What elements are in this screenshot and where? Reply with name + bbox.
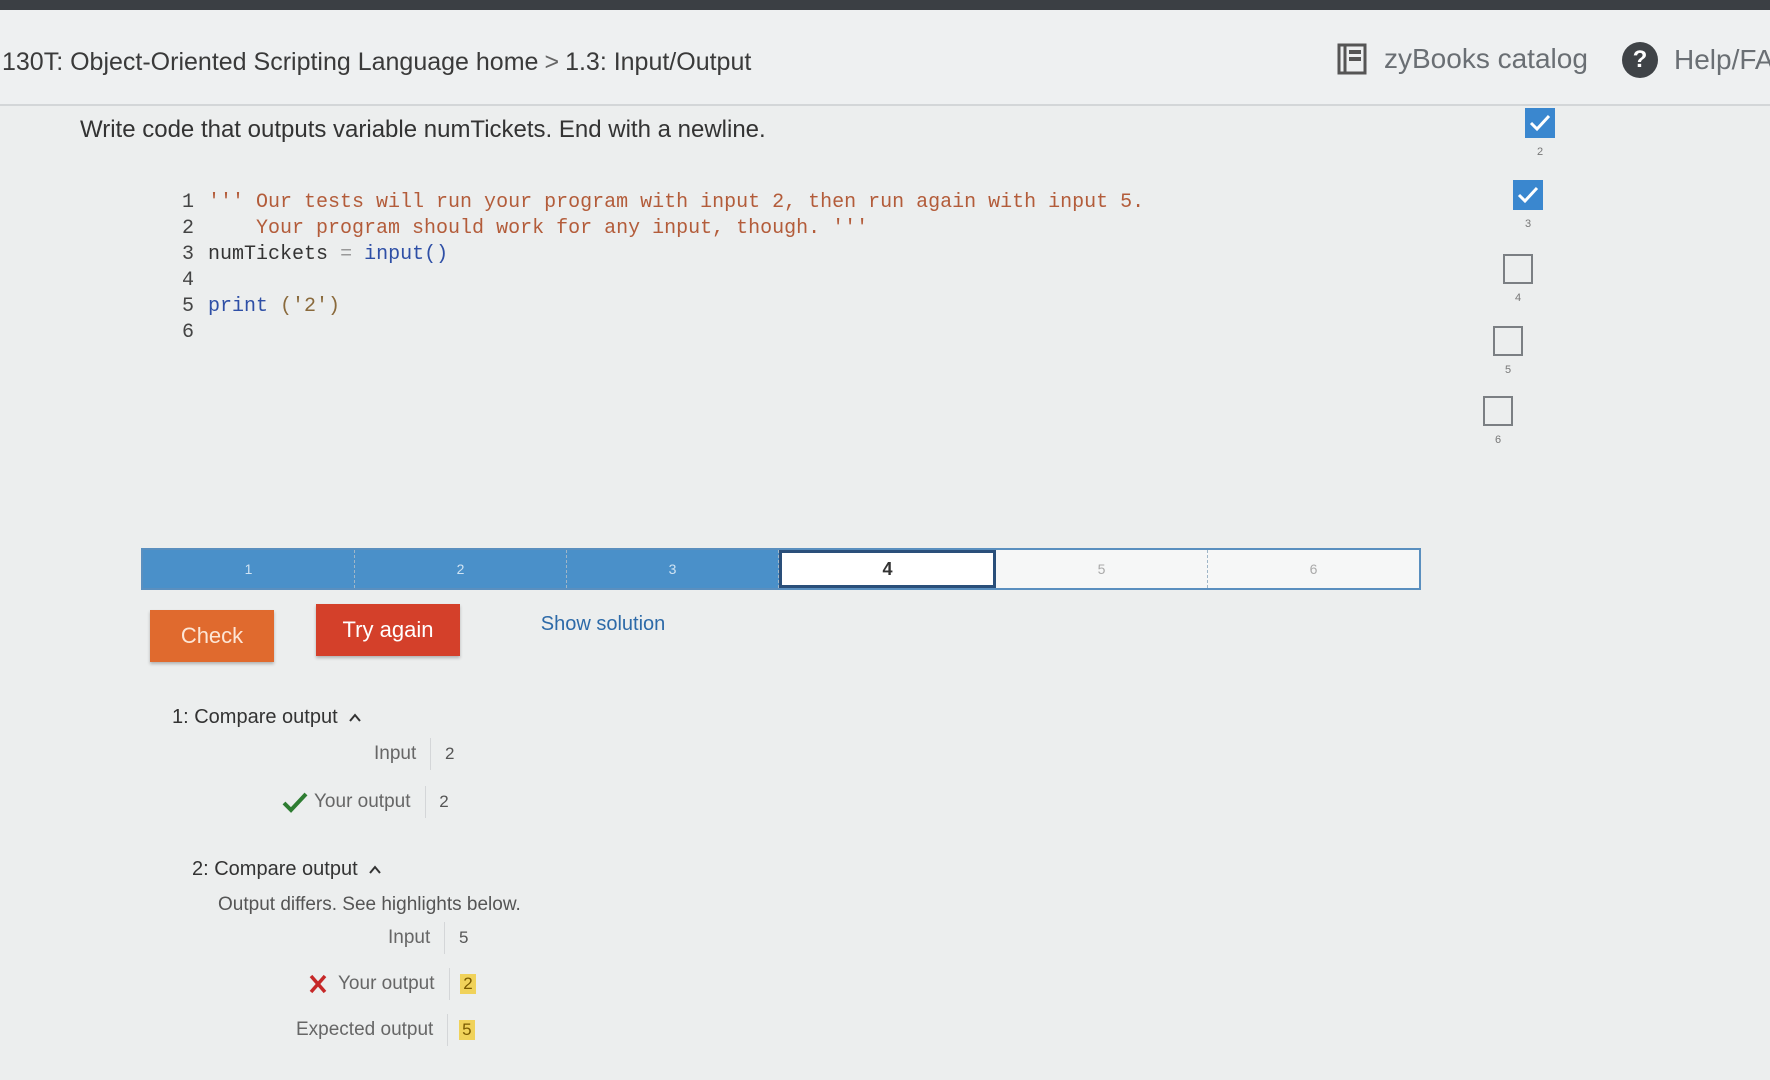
- breadcrumb-separator: >: [544, 48, 560, 76]
- level-checkbox-2[interactable]: 2: [1520, 108, 1560, 158]
- level-segment-2[interactable]: 2: [355, 550, 567, 588]
- test-1-input-row: Input 2: [374, 738, 468, 770]
- window-top-edge: [0, 0, 1770, 10]
- level-progress-bar: 1 2 3 4 5 6: [141, 548, 1421, 590]
- level-number: 5: [1504, 364, 1512, 376]
- your-output-value: 2: [424, 786, 463, 818]
- input-value: 2: [430, 738, 468, 770]
- help-label: Help/FA: [1674, 44, 1770, 75]
- level-number: 3: [1524, 218, 1532, 230]
- checkmark-icon: [282, 792, 308, 813]
- breadcrumb: 130T: Object-Oriented Scripting Language…: [2, 48, 751, 77]
- your-output-label: Your output: [314, 791, 411, 812]
- level-checkbox-5[interactable]: 5: [1488, 326, 1528, 376]
- input-label: Input: [388, 927, 431, 948]
- level-segment-4-current[interactable]: 4: [779, 550, 996, 588]
- test-2-your-output-row: Your output 2: [306, 968, 487, 1000]
- chevron-up-icon: [348, 712, 361, 722]
- level-checklist: 2 3 4 5 6: [1483, 104, 1590, 464]
- chevron-up-icon: [368, 864, 381, 874]
- level-segment-1[interactable]: 1: [143, 550, 355, 588]
- code-line: 5 print ('2'): [118, 268, 1144, 318]
- level-checkbox-6[interactable]: 6: [1478, 396, 1518, 446]
- code-line: 2 Your program should work for any input…: [118, 190, 1144, 240]
- expected-output-highlight: 5: [459, 1020, 475, 1040]
- breadcrumb-section[interactable]: 1.3: Input/Output: [565, 48, 751, 76]
- checkbox-empty-icon: [1493, 326, 1523, 356]
- check-button[interactable]: Check: [150, 610, 274, 662]
- level-segment-3[interactable]: 3: [567, 550, 779, 588]
- test-2-title: 2: Compare output: [192, 858, 358, 880]
- test-2-compare-output-toggle[interactable]: 2: Compare output: [192, 858, 382, 881]
- challenge-prompt: Write code that outputs variable numTick…: [80, 116, 766, 143]
- level-checkbox-3[interactable]: 3: [1508, 180, 1548, 230]
- level-checkbox-4[interactable]: 4: [1498, 254, 1538, 304]
- show-solution-link[interactable]: Show solution: [528, 602, 678, 646]
- catalog-label: zyBooks catalog: [1384, 43, 1588, 74]
- level-segment-6[interactable]: 6: [1208, 550, 1419, 588]
- your-output-value-box: 2: [448, 968, 487, 1000]
- test-2-expected-output-row: Expected output 5: [296, 1014, 485, 1046]
- checkbox-empty-icon: [1483, 396, 1513, 426]
- code-editor[interactable]: 1 ''' Our tests will run your program wit…: [118, 164, 1144, 344]
- help-icon: ?: [1622, 42, 1658, 78]
- output-differs-note: Output differs. See highlights below.: [218, 894, 521, 915]
- book-icon: [1337, 43, 1367, 75]
- expected-output-value-box: 5: [447, 1014, 485, 1046]
- try-again-button[interactable]: Try again: [316, 604, 460, 656]
- code-line: 1 ''' Our tests will run your program wit…: [118, 164, 1144, 214]
- x-icon: [309, 974, 327, 994]
- code-line: 4: [118, 242, 1144, 292]
- input-label: Input: [374, 743, 417, 764]
- code-line: 3 numTickets = input(): [118, 216, 1144, 266]
- level-number: 4: [1514, 292, 1522, 304]
- help-faq-link[interactable]: ? Help/FA: [1622, 42, 1770, 78]
- checkbox-checked-icon: [1525, 108, 1555, 138]
- zybooks-catalog-link[interactable]: zyBooks catalog: [1336, 42, 1588, 76]
- breadcrumb-course-link[interactable]: 130T: Object-Oriented Scripting Language…: [2, 48, 538, 76]
- test-1-compare-output-toggle[interactable]: 1: Compare output: [172, 706, 362, 729]
- level-number: 6: [1494, 434, 1502, 446]
- your-output-label: Your output: [338, 973, 435, 994]
- checkbox-empty-icon: [1503, 254, 1533, 284]
- level-segment-5[interactable]: 5: [996, 550, 1208, 588]
- test-2-input-row: Input 5: [388, 922, 482, 954]
- test-1-your-output-row: Your output 2: [282, 786, 463, 818]
- test-1-title: 1: Compare output: [172, 706, 338, 728]
- your-output-highlight: 2: [460, 974, 476, 994]
- line-number: 6: [182, 321, 195, 344]
- level-number: 2: [1536, 146, 1544, 158]
- checkbox-checked-icon: [1513, 180, 1543, 210]
- header-bar: 130T: Object-Oriented Scripting Language…: [0, 10, 1770, 106]
- code-line: 6: [118, 294, 1144, 344]
- expected-output-label: Expected output: [296, 1019, 434, 1040]
- input-value: 5: [444, 922, 482, 954]
